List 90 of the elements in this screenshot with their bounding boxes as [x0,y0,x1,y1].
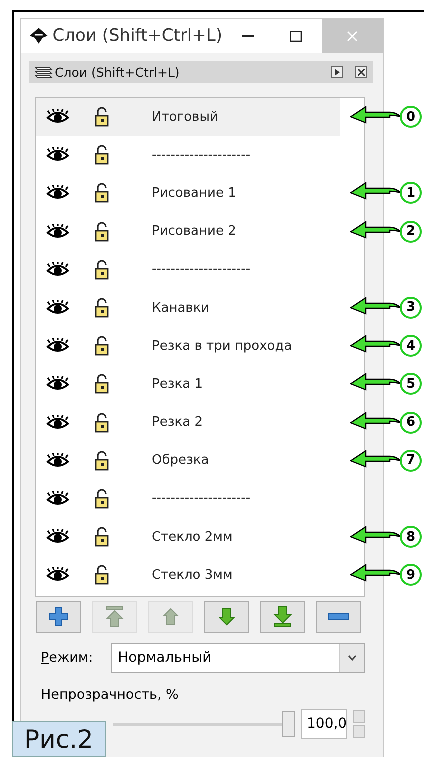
arrow-up-to-top-icon [104,606,124,628]
opacity-field[interactable]: 100,0 [301,709,347,739]
layer-name: Рисование 1 [152,186,238,201]
annotation-number: 5 [400,373,422,396]
open-padlock-icon[interactable] [94,488,110,509]
annotation-number: 1 [400,182,422,204]
close-panel-button[interactable] [355,66,367,78]
layer-name: Канавки [152,300,211,316]
layer-name: --------------------- [152,262,252,278]
panel-title: Слои (Shift+Ctrl+L) [55,64,181,80]
eye-icon[interactable] [46,224,70,240]
layer-row[interactable]: Резка 2 [36,404,340,442]
eye-icon[interactable] [46,185,70,202]
layer-name: Обрезка [152,453,210,468]
app-logo-icon [29,27,49,45]
eye-icon[interactable] [46,262,70,278]
layer-row[interactable]: Резка в три прохода [36,327,340,366]
annotation-number: 8 [400,526,422,548]
layer-name: Резка 2 [152,415,204,430]
mode-dropdown[interactable]: Нормальный [111,643,365,673]
lower-to-bottom-button[interactable] [260,601,305,633]
open-padlock-icon[interactable] [94,527,110,548]
minus-icon [328,612,350,622]
minimize-icon [242,34,254,38]
opacity-label: Непрозрачность, % [41,687,180,703]
layer-row[interactable]: Итоговый [36,98,340,136]
lower-button[interactable] [204,601,249,633]
open-padlock-icon[interactable] [94,183,110,204]
annotation-number: 4 [400,335,422,358]
layer-name: --------------------- [152,148,252,163]
layer-row[interactable]: Стекло 2мм [36,518,340,556]
layer-name: Резка в три прохода [152,338,294,354]
chevron-down-icon [348,655,356,661]
layer-name: Стекло 2мм [152,530,234,545]
plus-icon [48,607,68,627]
figure-caption: Рис.2 [12,721,106,757]
layer-name: Рисование 2 [152,224,238,240]
layer-row[interactable]: Резка 1 [36,365,340,404]
layer-row[interactable]: --------------------- [36,136,340,174]
open-padlock-icon[interactable] [94,145,110,166]
maximize-icon [290,30,302,42]
window-title: Слои (Shift+Ctrl+L) [52,26,222,46]
open-padlock-icon[interactable] [94,336,110,356]
layer-row[interactable]: Рисование 2 [36,212,340,251]
annotation-number: 0 [400,106,422,128]
slider-thumb[interactable] [282,711,295,737]
eye-icon[interactable] [46,147,70,164]
layer-name: Стекло 3мм [152,568,234,583]
mode-label: Режим: [41,650,94,666]
layer-row[interactable]: Стекло 3мм [36,556,340,594]
annotation-number: 2 [400,220,422,243]
close-icon [346,30,358,42]
arrow-up-icon [162,608,178,626]
eye-icon[interactable] [46,338,70,354]
remove-layer-button[interactable] [316,601,361,633]
open-padlock-icon[interactable] [94,298,110,318]
eye-icon[interactable] [46,452,70,469]
collapse-button[interactable] [331,66,343,78]
arrow-down-icon [218,608,234,626]
open-padlock-icon[interactable] [94,412,110,433]
layer-name: --------------------- [152,491,252,506]
layer-row[interactable]: Канавки [36,288,340,328]
eye-icon[interactable] [46,414,70,431]
layer-row[interactable]: Рисование 1 [36,174,340,213]
open-padlock-icon[interactable] [94,222,110,242]
eye-icon[interactable] [46,490,70,507]
layer-name: Итоговый [152,110,220,125]
eye-icon[interactable] [46,567,70,584]
annotation-number: 9 [400,564,422,586]
open-padlock-icon[interactable] [94,565,110,586]
arrow-down-to-bottom-icon [272,606,292,628]
open-padlock-icon[interactable] [94,260,110,280]
eye-icon[interactable] [46,376,70,392]
add-layer-button[interactable] [36,601,81,633]
close-icon [358,68,364,76]
annotation-number: 7 [400,450,422,472]
annotation-number: 3 [400,296,422,319]
eye-icon[interactable] [46,109,70,126]
layer-row[interactable]: --------------------- [36,480,340,518]
open-padlock-icon[interactable] [94,107,110,128]
open-padlock-icon[interactable] [94,374,110,394]
annotation-number: 6 [400,412,422,434]
layer-row[interactable]: --------------------- [36,250,340,289]
eye-icon[interactable] [46,300,70,316]
layer-name: Резка 1 [152,376,204,392]
layers-icon [35,65,53,79]
eye-icon[interactable] [46,529,70,546]
layer-row[interactable]: Обрезка [36,442,340,480]
play-icon [334,68,340,76]
open-padlock-icon[interactable] [94,450,110,471]
